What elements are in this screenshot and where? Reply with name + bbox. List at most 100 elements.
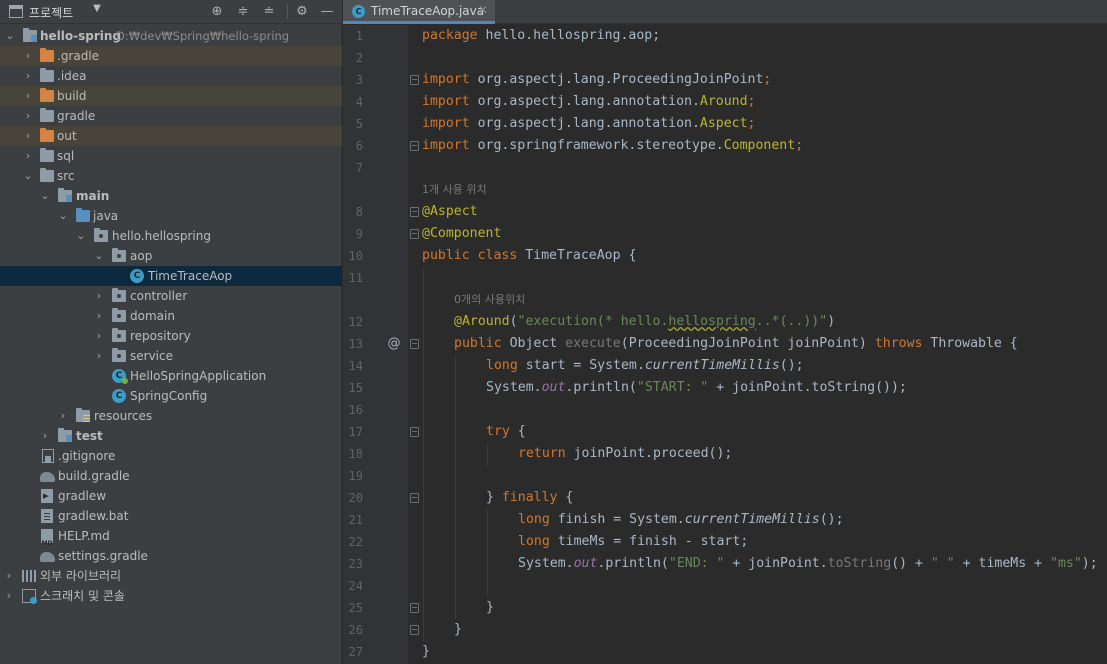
tree-row-test[interactable]: › test — [0, 426, 342, 446]
tree-row-build-gradle[interactable]: build.gradle — [0, 466, 342, 486]
tree-row-gitignore[interactable]: .gitignore — [0, 446, 342, 466]
tree-row-service[interactable]: › service — [0, 346, 342, 366]
folder-icon — [40, 148, 54, 162]
chevron-right-icon[interactable]: › — [22, 66, 34, 86]
tree-row-sql[interactable]: › sql — [0, 146, 342, 166]
tree-row-domain[interactable]: › domain — [0, 306, 342, 326]
tree-label: 스크래치 및 콘솔 — [40, 589, 125, 603]
line-number: 15 — [348, 381, 363, 395]
usage-hint[interactable]: 1개 사용 위치 — [422, 179, 487, 201]
tree-label: controller — [130, 289, 188, 303]
tree-row-settings-gradle[interactable]: settings.gradle — [0, 546, 342, 566]
usage-hint[interactable]: 0개의 사용위치 — [454, 289, 525, 311]
gear-icon[interactable]: ⚙ — [293, 3, 311, 21]
line-number: 10 — [348, 249, 363, 263]
chevron-right-icon[interactable]: › — [57, 406, 69, 426]
tree-row-gradlew[interactable]: gradlew — [0, 486, 342, 506]
chevron-down-icon[interactable]: ⌄ — [22, 166, 34, 186]
minimize-icon[interactable]: — — [318, 3, 336, 21]
tree-row-gradle[interactable]: › gradle — [0, 106, 342, 126]
chevron-right-icon[interactable]: › — [93, 326, 105, 346]
chevron-right-icon[interactable]: › — [93, 346, 105, 366]
tree-row-src[interactable]: ⌄ src — [0, 166, 342, 186]
tree-row-springconfig[interactable]: C SpringConfig — [0, 386, 342, 406]
chevron-right-icon[interactable]: › — [3, 586, 15, 606]
project-panel-title[interactable]: 프로젝트 — [29, 4, 73, 21]
tree-row-build[interactable]: › build — [0, 86, 342, 106]
chevron-right-icon[interactable]: › — [93, 306, 105, 326]
tree-label: service — [130, 349, 173, 363]
tree-row-external-libraries[interactable]: › 외부 라이브러리 — [0, 566, 342, 586]
chevron-down-icon[interactable]: ⌄ — [4, 26, 16, 46]
chevron-right-icon[interactable]: › — [22, 86, 34, 106]
scratch-icon — [22, 589, 37, 604]
chevron-down-icon[interactable]: ⌄ — [93, 246, 105, 266]
fold-marker-icon[interactable] — [410, 603, 419, 613]
collapse-all-icon[interactable]: ≐ — [260, 3, 278, 21]
code-line-22: long timeMs = finish - start; — [518, 534, 749, 549]
tree-row-resources[interactable]: › resources — [0, 406, 342, 426]
tree-row-hello-hellospring[interactable]: ⌄ hello.hellospring — [0, 226, 342, 246]
tree-label: gradlew — [58, 489, 107, 503]
chevron-right-icon[interactable]: › — [22, 146, 34, 166]
locate-file-icon[interactable]: ⊕ — [208, 3, 226, 21]
code-line-17: try { — [486, 424, 526, 439]
tree-label: test — [76, 429, 103, 443]
tree-row-scratches[interactable]: › 스크래치 및 콘솔 — [0, 586, 342, 606]
class-icon: C — [130, 269, 144, 283]
tree-row-idea[interactable]: › .idea — [0, 66, 342, 86]
chevron-down-icon[interactable]: ⌄ — [75, 226, 87, 246]
chevron-right-icon[interactable]: › — [39, 426, 51, 446]
expand-all-icon[interactable]: ≑ — [234, 3, 252, 21]
chevron-right-icon[interactable]: › — [93, 286, 105, 306]
chevron-right-icon[interactable]: › — [22, 46, 34, 66]
gitignore-file-icon — [42, 449, 54, 463]
tree-row-aop[interactable]: ⌄ aop — [0, 246, 342, 266]
fold-marker-icon[interactable] — [410, 493, 419, 503]
shell-file-icon — [41, 486, 53, 506]
fold-marker-icon[interactable] — [410, 229, 419, 239]
tree-row-main[interactable]: ⌄ main — [0, 186, 342, 206]
tab-timetraceaop[interactable]: C TimeTraceAop.java ✕ — [343, 0, 495, 24]
fold-marker-icon[interactable] — [410, 625, 419, 635]
line-number: 8 — [355, 205, 363, 219]
tree-label: domain — [130, 309, 175, 323]
chevron-right-icon[interactable]: › — [22, 106, 34, 126]
tree-label: resources — [94, 409, 153, 423]
aop-advice-marker-icon[interactable]: @ — [386, 333, 402, 355]
tree-row-timetraceaop[interactable]: C TimeTraceAop — [0, 266, 342, 286]
tree-label: HELP.md — [58, 529, 110, 543]
chevron-right-icon[interactable]: › — [22, 126, 34, 146]
tree-row-hello-spring[interactable]: ⌄ hello-spring D:₩dev₩Spring₩hello-sprin… — [0, 26, 342, 46]
fold-marker-icon[interactable] — [410, 141, 419, 151]
spring-class-icon: C — [112, 369, 128, 384]
fold-marker-icon[interactable] — [410, 75, 419, 85]
folder-icon — [40, 68, 54, 82]
line-number: 23 — [348, 557, 363, 571]
tree-row-java[interactable]: ⌄ java — [0, 206, 342, 226]
fold-marker-icon[interactable] — [410, 207, 419, 217]
tree-row-gradle-cache[interactable]: › .gradle — [0, 46, 342, 66]
line-number: 4 — [355, 95, 363, 109]
tree-label: sql — [57, 149, 75, 163]
tree-row-controller[interactable]: › controller — [0, 286, 342, 306]
tree-row-repository[interactable]: › repository — [0, 326, 342, 346]
excluded-folder-icon — [40, 48, 54, 62]
project-panel-header: 프로젝트 ▼ ⊕ ≑ ≐ ⚙ — — [0, 0, 342, 24]
chevron-down-icon[interactable]: ⌄ — [57, 206, 69, 226]
close-icon[interactable]: ✕ — [478, 3, 488, 17]
chevron-right-icon[interactable]: › — [3, 566, 15, 586]
chevron-down-icon[interactable]: ▼ — [90, 3, 104, 19]
indent-guide — [487, 443, 488, 465]
tree-row-out[interactable]: › out — [0, 126, 342, 146]
fold-marker-icon[interactable] — [410, 427, 419, 437]
line-number: 9 — [355, 227, 363, 241]
fold-marker-icon[interactable] — [410, 339, 419, 349]
tree-row-gradlew-bat[interactable]: gradlew.bat — [0, 506, 342, 526]
line-number: 2 — [355, 51, 363, 65]
chevron-down-icon[interactable]: ⌄ — [39, 186, 51, 206]
tree-row-help-md[interactable]: HELP.md — [0, 526, 342, 554]
tree-label: .gitignore — [58, 449, 116, 463]
tree-row-hellospringapplication[interactable]: C HelloSpringApplication — [0, 366, 342, 386]
code-line-8: @Aspect — [422, 204, 478, 219]
